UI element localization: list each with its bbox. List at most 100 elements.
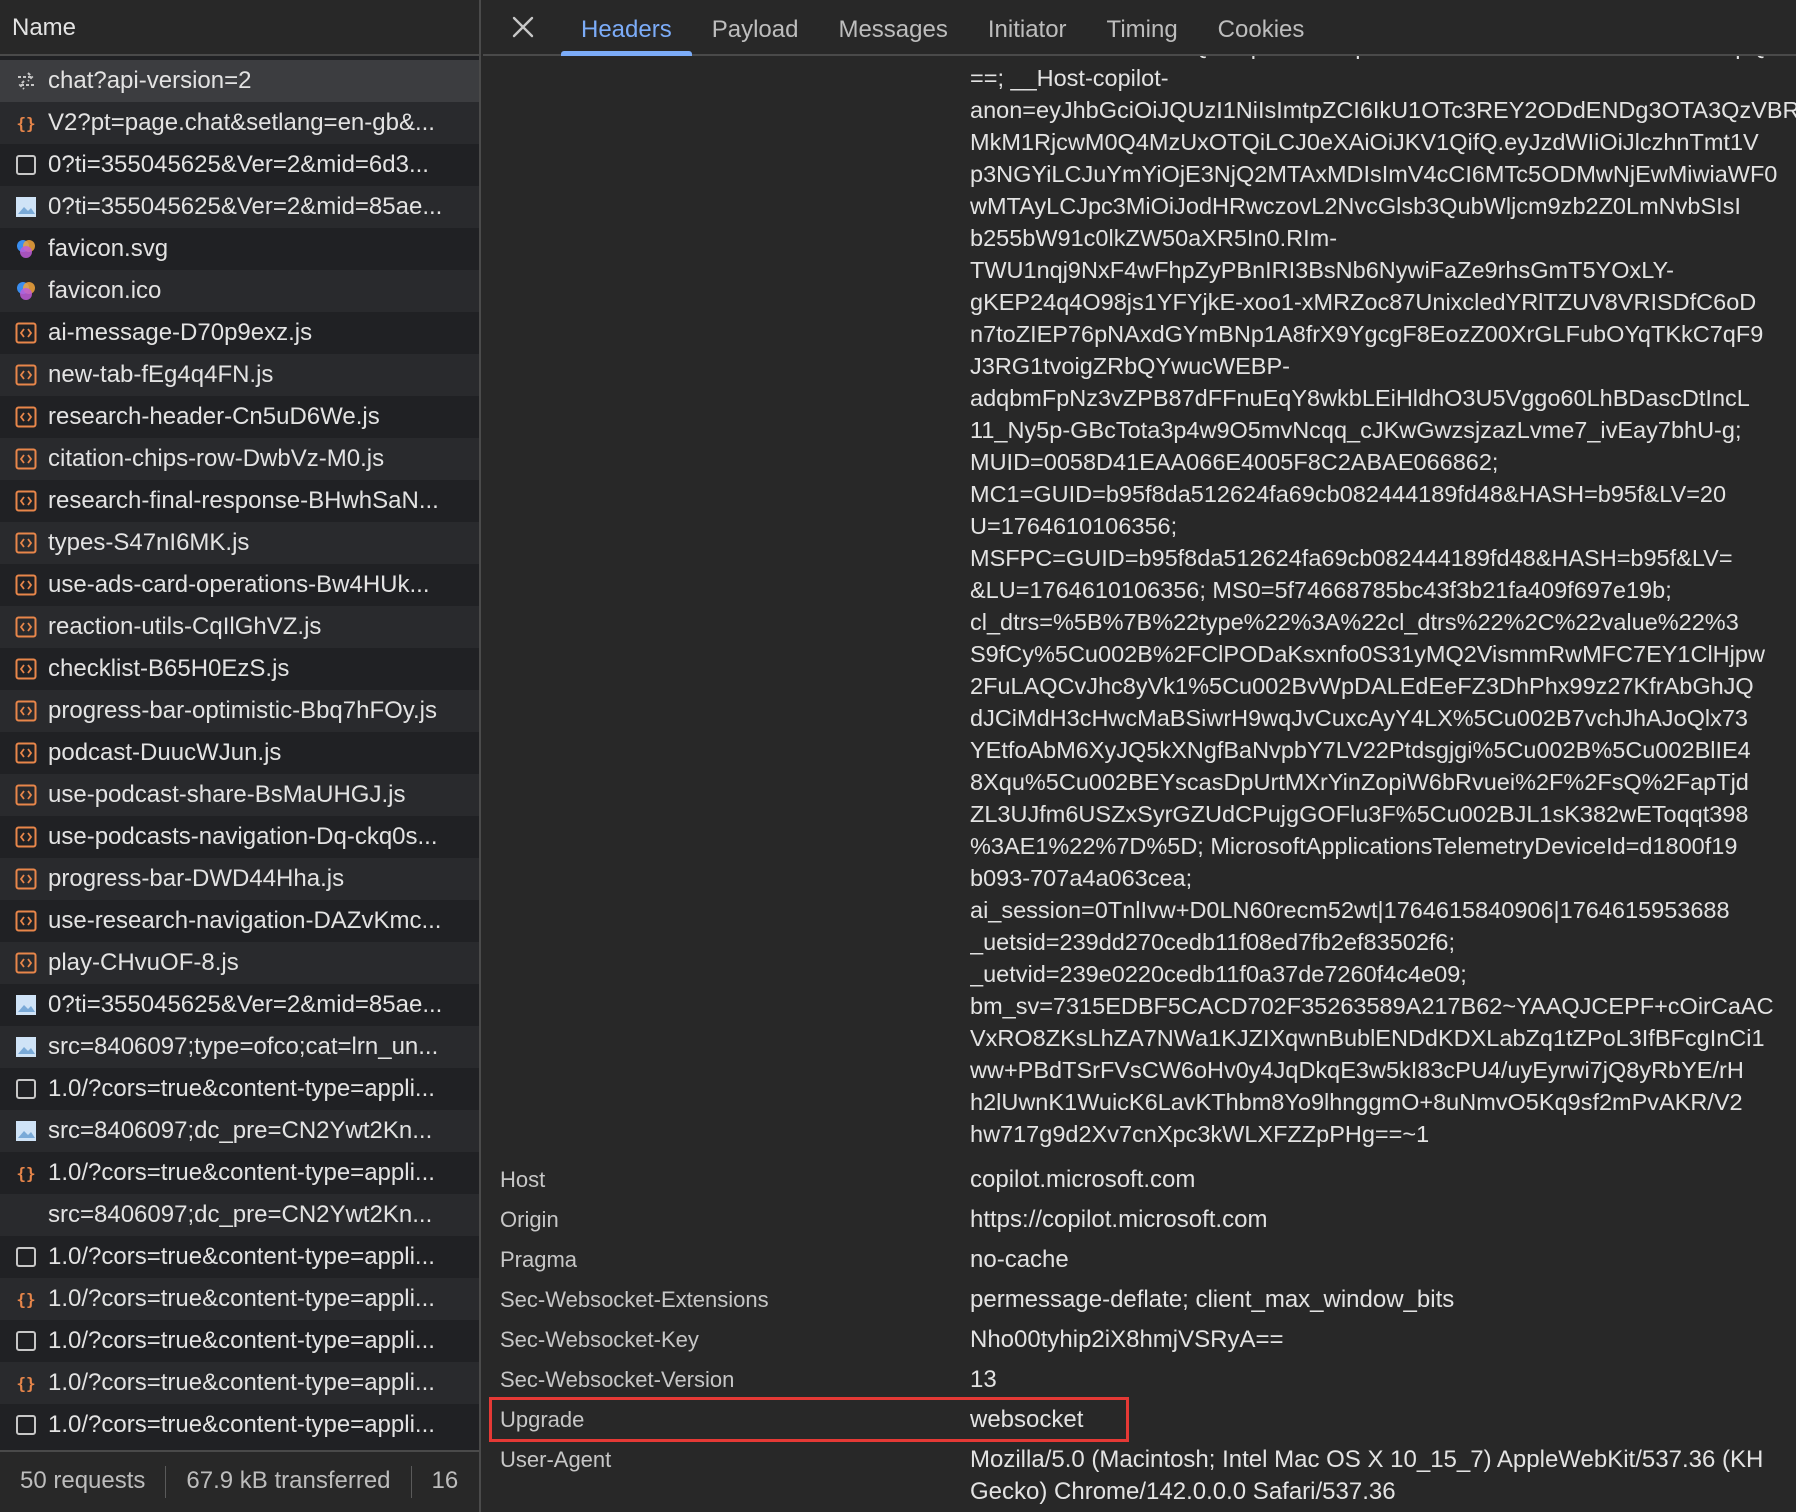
request-row[interactable]: src=8406097;type=ofco;cat=lrn_un...: [0, 1026, 479, 1068]
request-name: src=8406097;dc_pre=CN2Ywt2Kn...: [48, 1117, 433, 1144]
blank-icon: [14, 1203, 38, 1227]
request-name: podcast-DuucWJun.js: [48, 739, 282, 766]
request-name: use-ads-card-operations-Bw4HUk...: [48, 571, 430, 598]
cookie-value-line: n7toZIEP76pNAxdGYmBNp1A8frX9YgcgF8EozZ00…: [970, 321, 1764, 347]
script-icon: [14, 573, 38, 597]
header-value: copilot.microsoft.com: [970, 1166, 1196, 1193]
request-list-panel: Name chat?api-version=2 {} V2?pt=page.chat…: [0, 0, 481, 1512]
request-row[interactable]: 1.0/?cors=true&content-type=appli...: [0, 1404, 479, 1446]
svg-text:{}: {}: [16, 1290, 35, 1309]
cookie-value-line: J3RG1tvoigZRbQYwucWEBP-: [970, 353, 1290, 379]
request-row[interactable]: src=8406097;dc_pre=CN2Ywt2Kn...: [0, 1194, 479, 1236]
request-row[interactable]: {} V2?pt=page.chat&setlang=en-gb&...: [0, 102, 479, 144]
header-row: Pragma no-cache: [483, 1240, 1796, 1280]
request-row[interactable]: favicon.ico: [0, 270, 479, 312]
request-count: 50 requests: [20, 1467, 146, 1494]
cookie-value-line: MSFPC=GUID=b95f8da512624fa69cb082444189f…: [970, 545, 1733, 571]
script-icon: [14, 489, 38, 513]
cookie-value-line: _uetsid=239dd270cedb11f08ed7fb2ef83502f6…: [970, 929, 1456, 955]
header-row: Sec-Websocket-Extensions permessage-defla…: [483, 1280, 1796, 1320]
json-icon: {}: [14, 1371, 38, 1395]
tab-headers[interactable]: Headers: [561, 0, 692, 56]
cookie-value-line: YEtfoAbM6XyJQ5kXNgfBaNvpbY7LV22Ptdsgjgi%…: [970, 737, 1751, 763]
script-icon: [14, 951, 38, 975]
request-name: src=8406097;type=ofco;cat=lrn_un...: [48, 1033, 439, 1060]
cookie-value-line: S9fCy%5Cu002B%2FClPODaKsxnfo0S31yMQ2Vism…: [970, 641, 1765, 667]
request-row[interactable]: ai-message-D70p9exz.js: [0, 312, 479, 354]
script-icon: [14, 447, 38, 471]
header-name: Pragma: [500, 1247, 578, 1272]
request-row[interactable]: research-final-response-BHwhSaN...: [0, 480, 479, 522]
request-row[interactable]: citation-chips-row-DwbVz-M0.js: [0, 438, 479, 480]
request-row[interactable]: play-CHvuOF-8.js: [0, 942, 479, 984]
tab-initiator[interactable]: Initiator: [968, 0, 1087, 54]
request-row[interactable]: 0?ti=355045625&Ver=2&mid=85ae...: [0, 186, 479, 228]
cookie-value-line: MC1=GUID=b95f8da512624fa69cb082444189fd4…: [970, 481, 1727, 507]
tab-cookies[interactable]: Cookies: [1198, 0, 1325, 54]
tab-payload[interactable]: Payload: [692, 0, 819, 54]
request-name: new-tab-fEg4q4FN.js: [48, 361, 274, 388]
request-name: research-header-Cn5uD6We.js: [48, 403, 380, 430]
request-row[interactable]: 0?ti=355045625&Ver=2&mid=6d3...: [0, 144, 479, 186]
name-column-header[interactable]: Name: [0, 0, 479, 56]
image-icon: [14, 1119, 38, 1143]
request-row[interactable]: 1.0/?cors=true&content-type=appli...: [0, 1320, 479, 1362]
request-row[interactable]: use-podcasts-navigation-Dq-ckq0s...: [0, 816, 479, 858]
image-icon: [14, 993, 38, 1017]
request-name: play-CHvuOF-8.js: [48, 949, 239, 976]
request-row[interactable]: reaction-utils-CqIlGhVZ.js: [0, 606, 479, 648]
close-icon[interactable]: [503, 0, 543, 54]
request-name: 1.0/?cors=true&content-type=appli...: [48, 1327, 435, 1354]
tab-timing[interactable]: Timing: [1087, 0, 1198, 54]
cookie-value-line: _uetvid=239e0220cedb11f0a37de7260f4c4e09…: [970, 961, 1467, 987]
request-row[interactable]: {} 1.0/?cors=true&content-type=appli...: [0, 1152, 479, 1194]
svg-text:{}: {}: [16, 114, 35, 133]
header-value: permessage-deflate; client_max_window_bi…: [970, 1286, 1455, 1313]
request-row[interactable]: 1.0/?cors=true&content-type=appli...: [0, 1068, 479, 1110]
script-icon: [14, 363, 38, 387]
header-row: Host copilot.microsoft.com: [483, 1160, 1796, 1200]
request-name: 0?ti=355045625&Ver=2&mid=6d3...: [48, 151, 429, 178]
header-value: Nho00tyhip2iX8hmjVSRyA==: [970, 1326, 1284, 1353]
request-name: V2?pt=page.chat&setlang=en-gb&...: [48, 109, 435, 136]
details-tab-bar: Headers Payload Messages Initiator Timin…: [483, 0, 1796, 56]
request-row[interactable]: research-header-Cn5uD6We.js: [0, 396, 479, 438]
request-row[interactable]: progress-bar-DWD44Hha.js: [0, 858, 479, 900]
request-row[interactable]: {} 1.0/?cors=true&content-type=appli...: [0, 1278, 479, 1320]
header-name: Origin: [500, 1207, 559, 1232]
header-value: 13: [970, 1366, 997, 1393]
request-row[interactable]: use-research-navigation-DAZvKmc...: [0, 900, 479, 942]
request-row[interactable]: use-podcast-share-BsMaUHGJ.js: [0, 774, 479, 816]
image-icon: [14, 195, 38, 219]
cookie-value-line: anon=eyJhbGciOiJQUzI1NiIsImtpZCI6IkU1OTc…: [970, 97, 1796, 123]
document-icon: [14, 153, 38, 177]
user-agent-continuation: Gecko) Chrome/142.0.0.0 Safari/537.36: [970, 1478, 1396, 1505]
request-row[interactable]: checklist-B65H0EzS.js: [0, 648, 479, 690]
request-row[interactable]: podcast-DuucWJun.js: [0, 732, 479, 774]
request-row[interactable]: new-tab-fEg4q4FN.js: [0, 354, 479, 396]
header-name: Sec-Websocket-Key: [500, 1327, 699, 1352]
request-name: favicon.svg: [48, 235, 169, 262]
request-row[interactable]: 1.0/?cors=true&content-type=appli...: [0, 1236, 479, 1278]
request-name: types-S47nI6MK.js: [48, 529, 250, 556]
cookie-value-line: b093-707a4a063cea;: [970, 865, 1193, 891]
header-value: https://copilot.microsoft.com: [970, 1206, 1268, 1233]
request-row[interactable]: progress-bar-optimistic-Bbq7hFOy.js: [0, 690, 479, 732]
cookie-value-line: 11_Ny5p-GBcTota3p4w9O5mvNcqq_cJKwGwzsjza…: [970, 417, 1742, 443]
upgrade-highlight-box: [489, 1397, 1129, 1442]
request-row[interactable]: {} 1.0/?cors=true&content-type=appli...: [0, 1362, 479, 1404]
request-row[interactable]: favicon.svg: [0, 228, 479, 270]
request-row[interactable]: chat?api-version=2: [0, 60, 479, 102]
header-name: Host: [500, 1167, 546, 1192]
request-name: progress-bar-optimistic-Bbq7hFOy.js: [48, 697, 438, 724]
request-row[interactable]: 0?ti=355045625&Ver=2&mid=85ae...: [0, 984, 479, 1026]
request-row[interactable]: src=8406097;dc_pre=CN2Ywt2Kn...: [0, 1110, 479, 1152]
request-row[interactable]: types-S47nI6MK.js: [0, 522, 479, 564]
cookie-header-value: KUhUUOGUJUUNJ6QnxNp4UDAaKpluJJesBHaZLOSO…: [970, 56, 1796, 1154]
cookie-value-line: gKEP24q4O98js1YFYjkE-xoo1-xMRZoc87Unixcl…: [970, 289, 1757, 315]
tab-messages[interactable]: Messages: [818, 0, 967, 54]
request-details-panel: Headers Payload Messages Initiator Timin…: [483, 0, 1796, 1512]
document-icon: [14, 1413, 38, 1437]
header-row: Sec-Websocket-Version 13: [483, 1360, 1796, 1400]
request-row[interactable]: use-ads-card-operations-Bw4HUk...: [0, 564, 479, 606]
